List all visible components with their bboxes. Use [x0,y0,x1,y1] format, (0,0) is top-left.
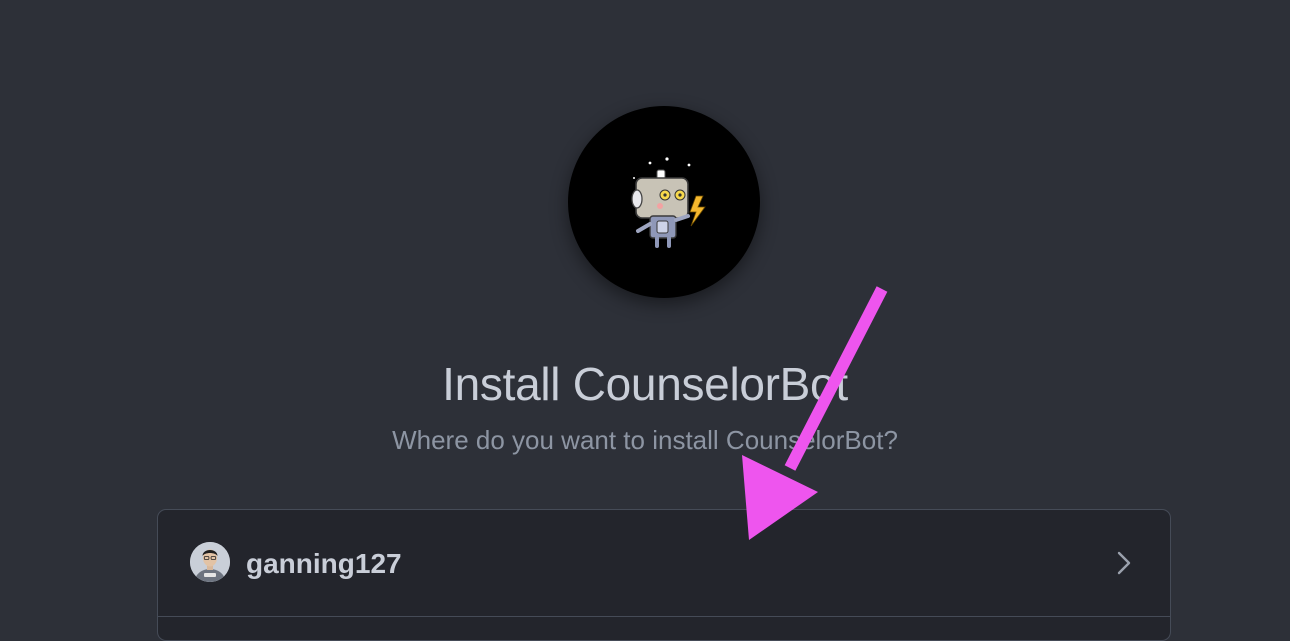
page-subtitle: Where do you want to install CounselorBo… [392,425,898,455]
page-title: Install CounselorBot [442,358,848,410]
account-name: ganning127 [246,548,402,579]
account-row[interactable]: ganning127 [158,510,1170,617]
robot-icon [631,157,706,248]
chevron-right-icon [1117,551,1131,575]
account-list: ganning127 [157,509,1171,641]
user-avatar [190,542,230,582]
app-avatar [568,106,760,298]
install-page: Install CounselorBot Where do you want t… [0,0,1290,641]
